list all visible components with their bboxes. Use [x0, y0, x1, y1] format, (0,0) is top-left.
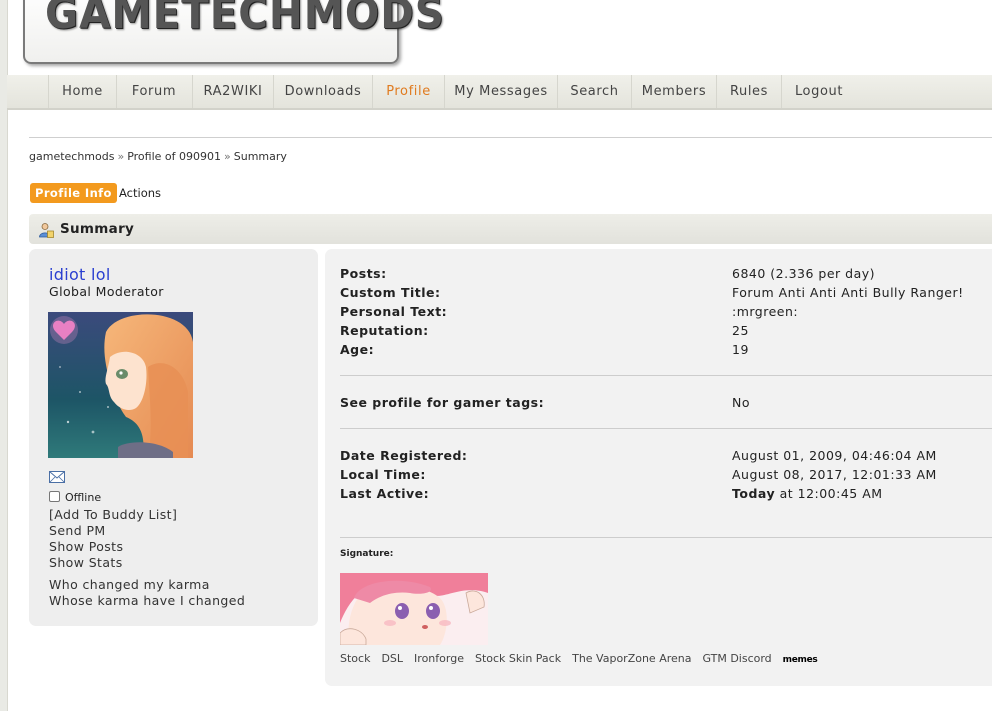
divider [340, 375, 992, 376]
online-status: Offline [49, 491, 101, 504]
site-logo[interactable]: GAMETECHMODS [23, 0, 444, 64]
age-value: 19 [732, 342, 749, 357]
tab-actions[interactable]: Actions [119, 183, 161, 203]
gamer-tags-value: No [732, 395, 750, 410]
username: idiot lol [49, 265, 111, 284]
sig-link-vaporzone-arena[interactable]: The VaporZone Arena [572, 652, 691, 665]
nav-profile[interactable]: Profile [373, 75, 445, 108]
sig-link-gtm-discord[interactable]: GTM Discord [702, 652, 771, 665]
sig-link-ironforge[interactable]: Ironforge [414, 652, 464, 665]
nav-members[interactable]: Members [632, 75, 717, 108]
profile-details: Posts: 6840 (2.336 per day) Custom Title… [325, 249, 992, 686]
show-stats-link[interactable]: Show Stats [49, 555, 123, 570]
sig-link-dsl[interactable]: DSL [381, 652, 403, 665]
nav-logout[interactable]: Logout [782, 75, 856, 108]
reputation-label: Reputation: [340, 323, 429, 338]
nav-home[interactable]: Home [48, 75, 117, 108]
breadcrumb-home[interactable]: gametechmods [29, 150, 114, 163]
reputation-value: 25 [732, 323, 749, 338]
summary-title: Summary [60, 221, 135, 237]
last-active-value: Today at 12:00:45 AM [732, 486, 883, 501]
send-pm-link[interactable]: Send PM [49, 523, 106, 538]
nav-my-messages[interactable]: My Messages [445, 75, 558, 108]
local-time-value: August 08, 2017, 12:01:33 AM [732, 467, 937, 482]
sig-link-memes[interactable]: memes [783, 655, 818, 665]
date-registered-value: August 01, 2009, 04:46:04 AM [732, 448, 937, 463]
posts-label: Posts: [340, 266, 387, 281]
divider [340, 537, 992, 538]
date-registered-label: Date Registered: [340, 448, 468, 463]
sig-link-stock[interactable]: Stock [340, 652, 370, 665]
posts-value: 6840 (2.336 per day) [732, 266, 876, 281]
signature-label: Signature: [340, 549, 394, 559]
custom-title-value: Forum Anti Anti Anti Bully Ranger! [732, 285, 964, 300]
user-group: Global Moderator [49, 284, 164, 299]
karma-changed-by-link[interactable]: Who changed my karma [49, 577, 210, 592]
breadcrumb-summary[interactable]: Summary [234, 150, 287, 163]
nav-rules[interactable]: Rules [717, 75, 782, 108]
karma-changed-link[interactable]: Whose karma have I changed [49, 593, 245, 608]
age-label: Age: [340, 342, 375, 357]
logo-text: GAMETECHMODS [45, 0, 445, 39]
divider [340, 428, 992, 429]
tab-profile-info[interactable]: Profile Info [30, 183, 117, 203]
show-posts-link[interactable]: Show Posts [49, 539, 123, 554]
personal-text-value: :mrgreen: [732, 304, 799, 319]
local-time-label: Local Time: [340, 467, 426, 482]
breadcrumb-profile[interactable]: Profile of 090901 [127, 150, 221, 163]
status-indicator-icon [49, 491, 60, 502]
last-active-label: Last Active: [340, 486, 430, 501]
user-profile-icon [39, 223, 54, 238]
nav-forum[interactable]: Forum [116, 75, 193, 108]
nav-search[interactable]: Search [558, 75, 632, 108]
nav-downloads[interactable]: Downloads [274, 75, 373, 108]
breadcrumb: gametechmods» Profile of 090901» Summary [29, 150, 287, 163]
email-icon[interactable] [49, 471, 65, 483]
avatar [48, 312, 193, 458]
sig-link-stock-skin-pack[interactable]: Stock Skin Pack [475, 652, 561, 665]
custom-title-label: Custom Title: [340, 285, 441, 300]
signature-image [340, 573, 488, 645]
signature-links: Stock DSL Ironforge Stock Skin Pack The Vapo… [340, 652, 829, 665]
user-card: idiot lol Global Moderator Offline [Add … [29, 249, 318, 626]
personal-text-label: Personal Text: [340, 304, 448, 319]
gamer-tags-label: See profile for gamer tags: [340, 395, 545, 410]
summary-header: Summary [29, 214, 992, 244]
add-buddy-link[interactable]: [Add To Buddy List] [49, 507, 177, 522]
main-nav: Home Forum RA2WIKI Downloads Profile My … [7, 75, 992, 110]
top-divider [29, 137, 992, 138]
nav-ra2wiki[interactable]: RA2WIKI [193, 75, 274, 108]
